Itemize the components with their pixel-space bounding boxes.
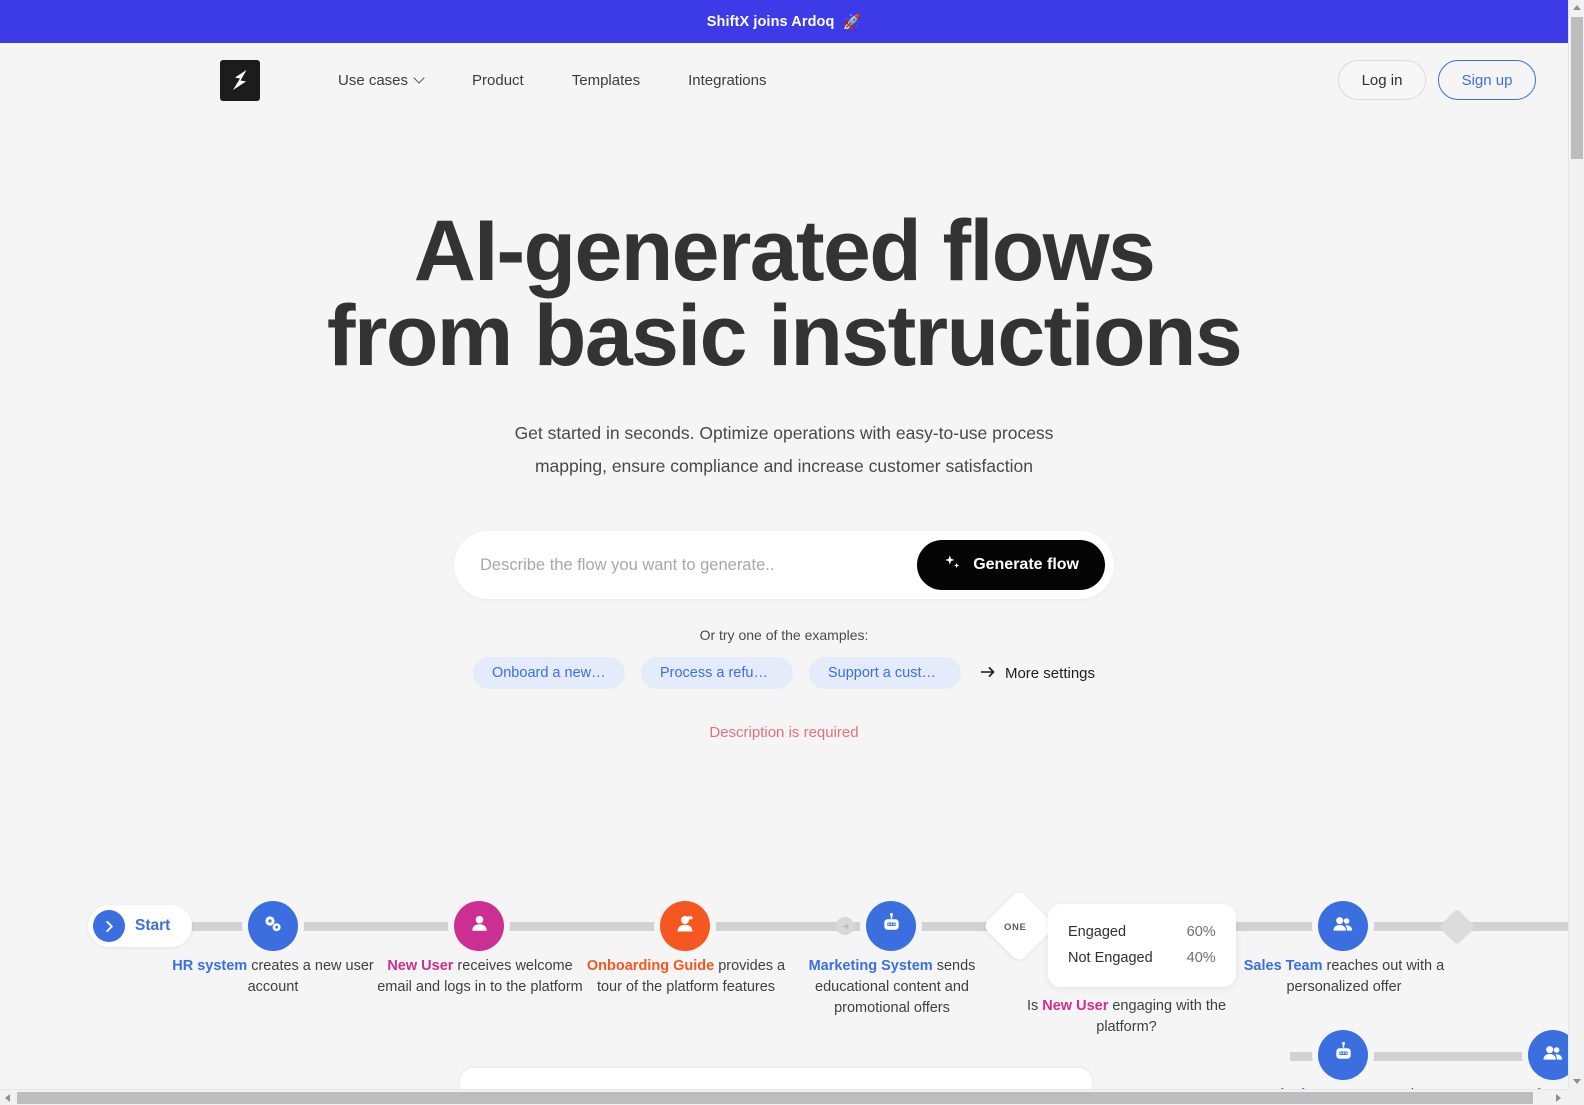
nav-item-product[interactable]: Product [472,64,524,97]
flow-node-text: creates a new user account [247,958,374,996]
bottom-panel-card[interactable] [460,1068,1092,1089]
sparkle-icon [943,553,962,577]
scroll-down-arrow-icon[interactable] [1573,1079,1581,1084]
people-icon [1541,1041,1565,1070]
main-navigation: Use cases Product Templates Integrations [338,64,767,97]
flow-track-right [1203,922,1568,931]
horizontal-scrollbar-thumb[interactable] [17,1092,1533,1104]
nav-label: Integrations [688,71,767,89]
example-chip-onboard[interactable]: Onboard a new us… [472,657,625,689]
signup-button[interactable]: Sign up [1438,60,1536,100]
robot-icon [1332,1041,1355,1069]
vertical-scrollbar[interactable] [1568,0,1584,1089]
hero-subtitle: Get started in seconds. Optimize operati… [514,423,1054,476]
chevron-down-icon [415,74,424,83]
flow-node-marketing-system[interactable] [866,901,916,951]
flow-actor-name: Marketing System [808,958,933,974]
flow-edge-handle[interactable] [836,917,854,935]
arrow-right-icon [980,665,996,682]
flow-actor-name: New User [387,958,454,974]
hero-title-line-2: from basic instructions [326,288,1243,385]
outcome-row: Engaged 60% [1068,919,1216,945]
outcome-label: Not Engaged [1068,950,1153,966]
flow-node-caption: Onboarding Guide provides a tour of the … [582,956,790,998]
outcome-row: Not Engaged 40% [1068,945,1216,971]
nav-label: Templates [571,71,641,89]
example-chips-row: Onboard a new us… Process a refund f… Su… [0,657,1568,689]
flow-actor-name: Onboarding Guide [586,958,715,974]
announcement-banner[interactable]: ShiftX joins Ardoq 🚀 [0,0,1568,43]
decision-question-suffix: engaging with the platform? [1096,998,1227,1036]
site-header: Use cases Product Templates Integrations… [0,43,1568,117]
nav-label: Product [472,71,524,89]
scroll-up-arrow-icon[interactable] [1573,5,1581,10]
flow-node-caption: Sales Team reaches out with a personaliz… [1240,956,1448,998]
decision-question-prefix: Is [1026,998,1043,1014]
flow-description-input[interactable] [480,531,918,599]
decision-question-actor: New User [1042,998,1109,1014]
horizontal-scrollbar[interactable] [0,1089,1584,1105]
flow-decision-caption: Is New User engaging with the platform? [1024,996,1229,1038]
auth-actions: Log in Sign up [1338,60,1536,100]
nav-item-integrations[interactable]: Integrations [688,64,766,97]
shiftx-logo[interactable] [220,59,260,101]
page-title: AI-generated flows from basic instructio… [0,208,1568,385]
scroll-right-arrow-icon[interactable] [1556,1094,1561,1102]
flow-decision-outcomes: Engaged 60% Not Engaged 40% [1048,904,1236,987]
browser-viewport: ShiftX joins Ardoq 🚀 Use cases Product T… [0,0,1568,1089]
flow-node-caption: Marketing System sends educational conte… [788,956,996,1019]
robot-icon [880,912,903,940]
more-settings-label: More settings [1004,664,1096,682]
scrollbar-corner [1568,1089,1584,1105]
flow-node-caption: New User receives welcome email and logs… [376,956,584,998]
vertical-scrollbar-thumb[interactable] [1571,17,1583,159]
person-icon [468,912,491,940]
announcement-text: ShiftX joins Ardoq [706,13,835,30]
flow-node-onboarding-guide[interactable] [660,901,710,951]
more-settings-link[interactable]: More settings [980,664,1096,682]
flow-actor-name: Sales Team [1243,958,1323,974]
validation-error-message: Description is required [709,724,859,741]
flow-diagram-preview[interactable]: Start HR system creates a new user accou… [0,860,1568,1089]
generate-flow-label: Generate flow [973,556,1079,573]
nav-item-use-cases[interactable]: Use cases [338,64,424,97]
login-button[interactable]: Log in [1338,60,1426,100]
hero-title-line-1: AI-generated flows [413,203,1156,299]
nav-item-templates[interactable]: Templates [572,64,640,97]
nav-label: Use cases [338,71,409,89]
scroll-left-arrow-icon[interactable] [5,1094,10,1102]
outcome-label: Engaged [1068,924,1127,940]
example-chip-refund[interactable]: Process a refund f… [640,657,793,689]
flow-node-product-team[interactable] [1528,1030,1568,1080]
page-root: ShiftX joins Ardoq 🚀 Use cases Product T… [0,0,1584,1105]
generate-flow-button[interactable]: Generate flow [917,540,1105,590]
flow-node-new-user[interactable] [454,901,504,951]
flow-merge-marker[interactable] [1438,908,1476,946]
examples-label: Or try one of the examples: [699,627,869,643]
chevron-right-icon [93,910,125,942]
flow-start-label: Start [135,917,171,934]
prompt-bar: Generate flow [454,531,1114,599]
gears-icon [261,912,285,941]
flow-start-node[interactable]: Start [88,905,193,947]
support-agent-icon [673,912,697,941]
flow-decision-badge: ONE [1004,922,1027,933]
rocket-icon: 🚀 [842,13,862,31]
hero-section: AI-generated flows from basic instructio… [0,117,1568,741]
people-icon [1331,912,1355,941]
outcome-value: 60% [1186,924,1216,940]
outcome-value: 40% [1186,950,1216,966]
example-chip-support[interactable]: Support a custom… [808,657,961,689]
flow-node-marketing-followup[interactable] [1318,1030,1368,1080]
flow-node-caption: HR system creates a new user account [168,956,378,998]
flow-node-hr-system[interactable] [248,901,298,951]
flow-actor-name: HR system [172,958,248,974]
flow-node-sales-team[interactable] [1318,901,1368,951]
